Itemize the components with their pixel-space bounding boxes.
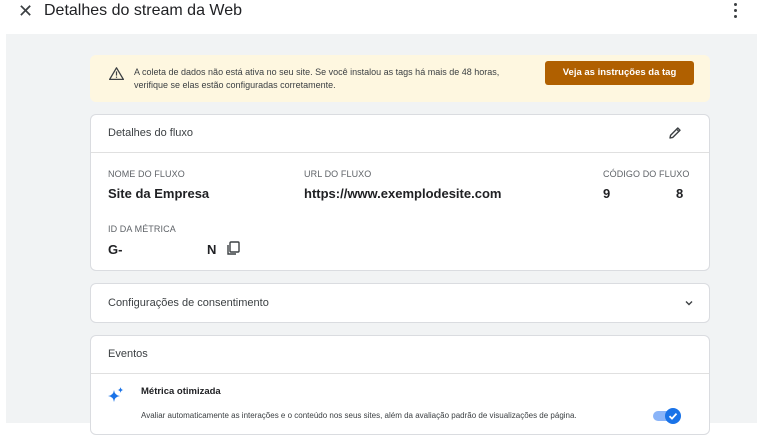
copy-icon[interactable] — [225, 240, 241, 256]
more-vert-icon[interactable] — [731, 3, 739, 19]
warning-icon — [109, 67, 124, 80]
top-bar: ✕ Detalhes do stream da Web — [0, 0, 763, 30]
chevron-down-icon[interactable] — [683, 297, 695, 309]
enhanced-measurement-description: Avaliar automaticamente as interações e … — [141, 411, 577, 420]
stream-url-label: URL DO FLUXO — [304, 169, 372, 179]
events-header: Eventos — [91, 336, 709, 374]
toggle-knob — [665, 408, 681, 424]
data-collection-alert: A coleta de dados não está ativa no seu … — [90, 55, 710, 102]
metric-id-label: ID DA MÉTRICA — [108, 224, 176, 234]
enhanced-measurement-toggle[interactable] — [653, 408, 681, 424]
stream-details-card: Detalhes do fluxo NOME DO FLUXO Site da … — [90, 114, 710, 271]
alert-message: A coleta de dados não está ativa no seu … — [134, 67, 500, 90]
stream-name-label: NOME DO FLUXO — [108, 169, 185, 179]
edit-icon[interactable] — [667, 125, 683, 141]
stream-code-label: CÓDIGO DO FLUXO — [603, 169, 690, 179]
stream-code-value-start: 9 — [603, 186, 611, 201]
stream-details-title: Detalhes do fluxo — [108, 127, 193, 139]
stream-url-value: https://www.exemplodesite.com — [304, 186, 502, 201]
events-title: Eventos — [108, 348, 148, 360]
sparkle-icon — [108, 387, 124, 402]
close-icon[interactable]: ✕ — [18, 1, 33, 21]
stream-details-header: Detalhes do fluxo — [91, 115, 709, 153]
stream-code-value-end: 8 — [676, 186, 684, 201]
metric-id-value-start: G- — [108, 242, 123, 257]
consent-settings-title: Configurações de consentimento — [108, 297, 269, 309]
page-title: Detalhes do stream da Web — [44, 2, 243, 19]
consent-settings-card[interactable]: Configurações de consentimento — [90, 283, 710, 323]
stream-name-value: Site da Empresa — [108, 186, 210, 201]
events-card: Eventos Métrica otimizada Avaliar automa… — [90, 335, 710, 435]
check-icon — [668, 412, 678, 420]
metric-id-value-end: N — [207, 242, 217, 257]
view-tag-instructions-button[interactable]: Veja as instruções da tag — [545, 61, 694, 85]
enhanced-measurement-title: Métrica otimizada — [141, 386, 221, 397]
